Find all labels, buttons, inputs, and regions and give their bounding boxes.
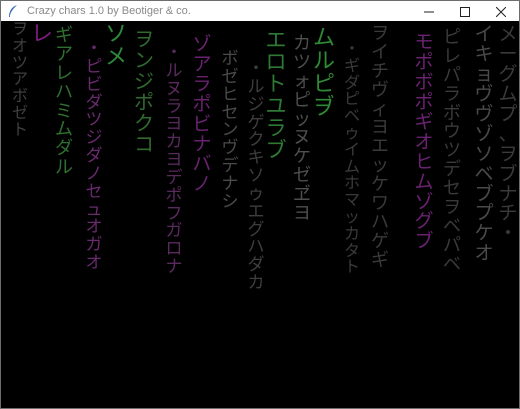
rain-char: ク [134,111,154,135]
feather-icon [5,3,21,19]
rain-char: ゲ [371,230,389,252]
rain-char: ム [312,26,335,51]
rain-char: パ [443,234,461,256]
rain-char: メ [498,23,518,45]
rain-char: ブ [414,230,434,253]
rain-char: ト [343,257,360,277]
rain-char: ゾ [192,33,212,55]
rain-char: ム [414,170,434,193]
title-bar[interactable]: Crazy chars 1.0 by Beotiger & co. [1,1,519,21]
rain-char: ブ [498,162,518,185]
rain-char: ハ [55,81,73,103]
rain-char: ポ [134,90,154,114]
rain-char: グ [498,62,518,85]
minimize-button[interactable] [411,1,447,21]
rain-char: ジ [134,69,154,93]
char-column: ピレパラボウツデセヲベパベ [435,28,469,275]
rain-char: ル [165,60,183,81]
rain-char: ビ [85,74,103,95]
maximize-icon [460,2,470,21]
minimize-icon [424,2,434,21]
rain-char: ユ [265,94,287,119]
rain-char: ー [498,42,518,65]
matrix-rain-canvas: ヲオツアボゼトレギアレハミムダル・ピビダツジダノセュオガオソメヲンジポクコ・ルヌ… [1,21,519,408]
rain-char: バ [192,152,212,175]
rain-char: 、 [498,122,518,145]
char-column: ヲイチヴィヨエッケワハゲギ [363,24,397,271]
rain-char: ヴ [371,79,389,101]
rain-char: ソ [104,22,127,47]
rain-char: ・ [498,222,518,245]
maximize-button[interactable] [447,1,483,21]
rain-char: ラ [443,83,461,105]
rain-char: ア [55,43,73,65]
rain-char: カ [247,273,265,294]
rain-char: ヨ [293,203,311,225]
rain-char: イ [371,41,389,63]
rain-char: ヲ [134,27,154,51]
rain-char: チ [371,60,389,82]
rain-char: ト [265,72,287,97]
rain-char: ヺ [312,95,335,121]
rain-char: プ [498,102,518,125]
rain-char: ナ [498,182,518,205]
rain-char: ン [134,48,154,72]
rain-char: ロ [265,50,287,75]
char-column: ギアレハミムダル [47,26,81,179]
rain-char: チ [498,202,518,225]
rain-char: ポ [414,90,434,113]
rain-char: ル [312,49,335,75]
rain-char: エ [265,28,287,52]
rain-char: ゾ [414,190,434,213]
rain-char: ヒ [414,150,434,173]
rain-char: ヒ [221,84,239,105]
rain-char: ヲ [498,142,518,165]
rain-char: メ [104,45,127,71]
rain-char: ビ [192,112,212,135]
rain-char: ポ [414,50,434,73]
rain-char: ギ [371,249,389,271]
rain-char: ハ [371,211,389,233]
rain-char: ナ [165,257,183,278]
char-column: ヲンジポクコ [127,29,161,155]
rain-char: ピ [312,72,335,98]
rain-char: レ [55,62,73,84]
rain-char: パ [443,64,461,86]
rain-char: ポ [165,185,183,206]
rain-char: ポ [192,92,212,115]
rain-char: オ [85,253,103,274]
rain-char: ブ [265,138,287,163]
rain-char: モ [414,31,434,53]
rain-char: ラ [265,116,287,141]
rain-char: ヌ [165,78,183,99]
rain-char: ギ [414,110,434,133]
rain-char: ゼ [221,66,239,87]
rain-char: ベ [443,215,461,237]
rain-char: オ [414,130,434,153]
rain-char: コ [134,132,154,156]
rain-char: ア [192,52,212,75]
rain-char: ル [55,157,73,179]
rain-char: ボ [414,70,434,93]
rain-char: ノ [192,172,212,195]
rain-char: セ [85,181,103,202]
rain-char: ベ [443,253,461,275]
char-column: ・ピビダツジダノセュオガオ [77,40,111,274]
rain-char: ナ [192,132,212,155]
rain-char: ト [11,119,28,139]
close-button[interactable] [483,1,519,21]
rain-char: ラ [192,72,212,95]
char-column: メーグムプ、ヲブナチ・ [491,23,519,245]
app-window: Crazy chars 1.0 by Beotiger & co. ヲオツアボゼ… [0,0,520,409]
rain-char: オ [474,242,494,265]
rain-char: エ [247,201,265,222]
rain-char: シ [221,191,239,212]
close-icon [495,2,507,21]
rain-char: レ [443,45,461,67]
window-title: Crazy chars 1.0 by Beotiger & co. [27,5,191,17]
rain-char: ム [498,82,518,105]
